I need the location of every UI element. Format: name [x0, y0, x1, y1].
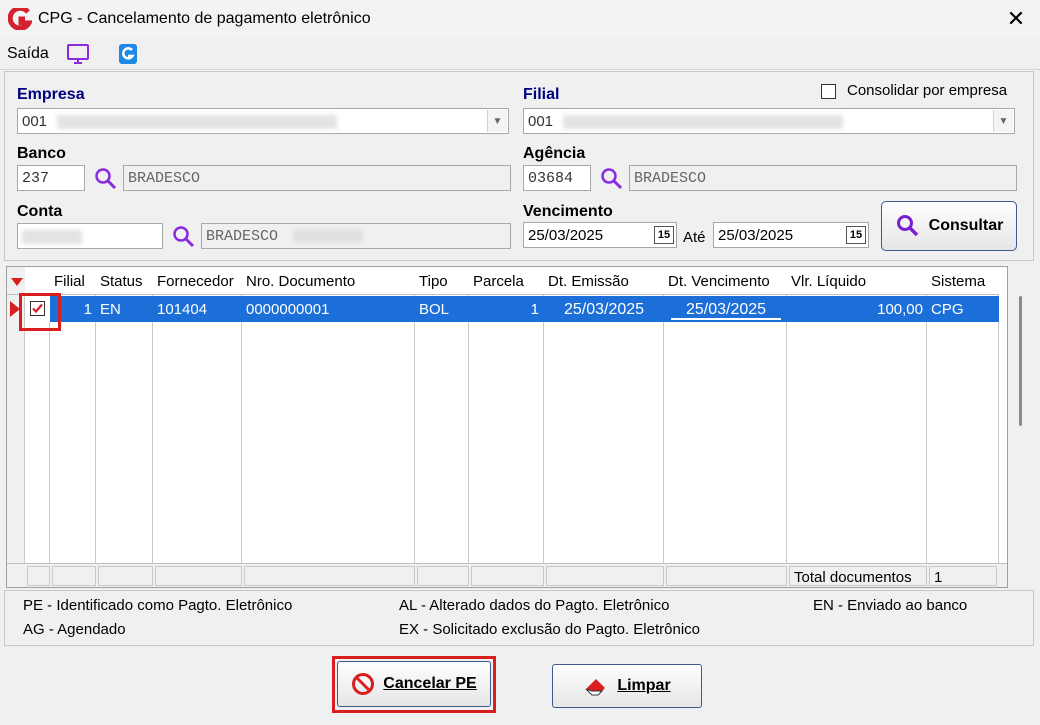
search-icon[interactable] [171, 224, 197, 250]
app-logo-icon [8, 8, 32, 30]
filial-label: Filial [523, 86, 560, 103]
footer-cell [244, 566, 415, 586]
clear-button[interactable]: Limpar [552, 664, 702, 708]
toolbar: Saída [0, 38, 1040, 70]
legend-al: AL - Alterado dados do Pagto. Eletrônico [399, 597, 670, 614]
footer-cell [98, 566, 153, 586]
header-vencimento[interactable]: Dt. Vencimento [664, 267, 787, 295]
date-to-value: 25/03/2025 [718, 227, 794, 244]
empresa-label: Empresa [17, 86, 85, 103]
banco-label: Banco [17, 145, 66, 162]
header-tipo[interactable]: Tipo [415, 267, 469, 295]
empresa-code: 001 [22, 113, 48, 130]
window-title: CPG - Cancelamento de pagamento eletrôni… [38, 10, 371, 27]
banco-name-field: BRADESCO [123, 165, 511, 191]
cell-tipo: BOL [419, 301, 450, 318]
total-value: 1 [929, 566, 997, 586]
chevron-down-icon[interactable]: ▼ [993, 110, 1013, 132]
footer-cell [27, 566, 50, 586]
conta-label: Conta [17, 203, 63, 220]
redacted-text [22, 230, 82, 245]
vencimento-label: Vencimento [523, 203, 613, 220]
agencia-name-field: BRADESCO [629, 165, 1017, 191]
empresa-select[interactable]: 001 ▼ [17, 108, 509, 134]
search-icon [896, 215, 918, 237]
filter-panel: Empresa 001 ▼ Filial 001 ▼ Consolidar po… [4, 71, 1034, 261]
monitor-icon[interactable] [66, 42, 90, 66]
footer-cell [666, 566, 787, 586]
header-documento[interactable]: Nro. Documento [242, 267, 415, 295]
footer-cell [546, 566, 664, 586]
close-button[interactable]: ✕ [992, 0, 1040, 38]
header-emissao[interactable]: Dt. Emissão [544, 267, 664, 295]
highlight-checkbox [19, 293, 61, 331]
app-shortcut-icon[interactable] [116, 42, 140, 66]
redacted-text [293, 229, 364, 244]
conta-name-text: BRADESCO [206, 228, 279, 245]
header-fornecedor[interactable]: Fornecedor [153, 267, 242, 295]
calendar-icon[interactable]: 15 [846, 226, 866, 244]
legend-ag: AG - Agendado [23, 621, 126, 638]
agencia-code-input[interactable]: 03684 [523, 165, 591, 191]
redacted-text [563, 115, 844, 130]
legend-en: EN - Enviado ao banco [813, 597, 968, 614]
clear-label: Limpar [617, 677, 671, 694]
chevron-down-icon[interactable]: ▼ [487, 110, 507, 132]
date-to-input[interactable]: 25/03/2025 15 [713, 222, 869, 248]
header-sistema[interactable]: Sistema [927, 267, 999, 295]
cell-valor: 100,00 [877, 301, 923, 318]
filial-select[interactable]: 001 ▼ [523, 108, 1015, 134]
documents-grid: Filial Status Fornecedor Nro. Documento … [6, 266, 1008, 588]
header-check [25, 267, 50, 295]
status-legend: PE - Identificado como Pagto. Eletrônico… [4, 590, 1034, 646]
ate-label: Até [683, 229, 706, 246]
exit-menu[interactable]: Saída [7, 45, 49, 63]
filial-code: 001 [528, 113, 554, 130]
header-valor[interactable]: Vlr. Líquido [787, 267, 927, 295]
eraser-icon [585, 679, 606, 696]
conta-name-field: BRADESCO [201, 223, 511, 249]
cell-parcela: 1 [530, 301, 539, 318]
cell-status: EN [100, 301, 121, 318]
cell-vencimento[interactable]: 25/03/2025 [671, 298, 781, 320]
footer-cell [417, 566, 469, 586]
header-status[interactable]: Status [96, 267, 153, 295]
consolidar-label: Consolidar por empresa [847, 82, 1008, 99]
footer-cell [155, 566, 242, 586]
cell-documento: 0000000001 [246, 301, 330, 318]
total-label: Total documentos [789, 566, 927, 586]
agencia-label: Agência [523, 145, 586, 162]
consolidar-checkbox[interactable] [821, 84, 836, 99]
header-parcela[interactable]: Parcela [469, 267, 544, 295]
legend-pe: PE - Identificado como Pagto. Eletrônico [23, 597, 293, 614]
sort-down-icon [11, 278, 23, 286]
cell-emissao: 25/03/2025 [563, 301, 645, 318]
header-filial[interactable]: Filial [50, 267, 96, 295]
cell-fornecedor: 101404 [157, 301, 208, 318]
scrollbar-thumb[interactable] [1019, 296, 1022, 426]
grid-scrollbar[interactable] [1008, 266, 1032, 588]
redacted-text [57, 115, 338, 130]
search-icon[interactable] [93, 166, 119, 192]
highlight-cancel-button [332, 656, 496, 713]
footer-cell [52, 566, 96, 586]
grid-footer: Total documentos 1 [7, 563, 1007, 587]
consultar-label: Consultar [928, 217, 1004, 234]
header-corner [7, 267, 25, 295]
consultar-button[interactable]: Consultar [881, 201, 1017, 251]
cell-sistema: CPG [931, 301, 964, 318]
date-from-input[interactable]: 25/03/2025 15 [523, 222, 677, 248]
footer-cell [471, 566, 544, 586]
banco-code-input[interactable]: 237 [17, 165, 85, 191]
legend-ex: EX - Solicitado exclusão do Pagto. Eletr… [399, 621, 701, 638]
title-bar: CPG - Cancelamento de pagamento eletrôni… [0, 0, 1040, 38]
search-icon[interactable] [599, 166, 625, 192]
calendar-icon[interactable]: 15 [654, 226, 674, 244]
conta-input[interactable] [17, 223, 163, 249]
date-from-value: 25/03/2025 [528, 227, 604, 244]
